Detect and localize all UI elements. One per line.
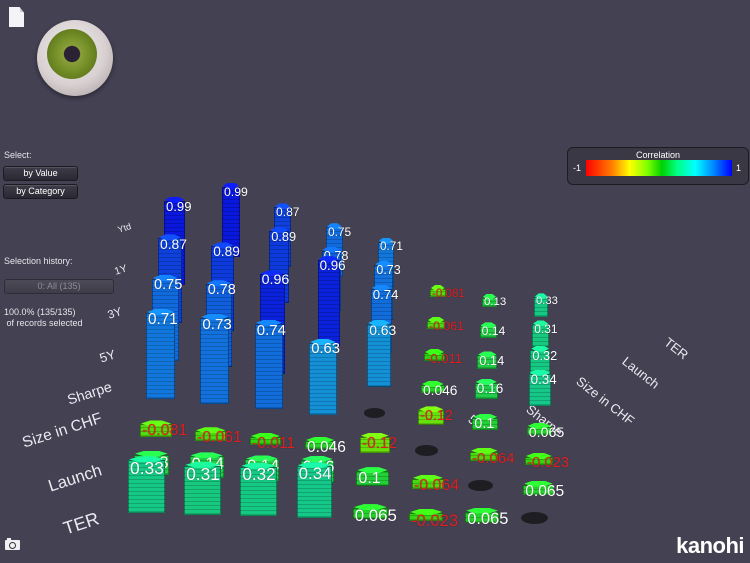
correlation-value-label: -0.12 — [420, 408, 453, 425]
correlation-value-label: 0.1 — [358, 469, 381, 488]
correlation-value-label: 0.32 — [242, 464, 276, 484]
correlation-value-label: 0.63 — [369, 321, 397, 338]
correlation-value-label: 0.34 — [530, 371, 557, 387]
correlation-value-label: 0.75 — [328, 225, 352, 240]
correlation-value-label: 0.046 — [307, 439, 346, 456]
column-axis-label: TER — [661, 334, 692, 363]
correlation-value-label: 0.065 — [467, 509, 509, 528]
diagonal-shadow — [363, 407, 386, 418]
diagonal-shadow — [415, 445, 439, 456]
row-axis-label: Ytd — [116, 221, 133, 235]
correlation-value-label: 0.13 — [484, 295, 507, 308]
correlation-value-label: 0.065 — [354, 506, 397, 526]
correlation-value-label: 0.73 — [202, 315, 232, 333]
correlation-value-label: 0.74 — [256, 321, 286, 339]
correlation-value-label: -0.061 — [429, 319, 464, 333]
correlation-value-label: 0.71 — [380, 239, 403, 253]
correlation-value-label: 0.046 — [423, 383, 458, 398]
row-axis-label: Sharpe — [65, 379, 114, 409]
row-axis-label: 3Y — [105, 304, 124, 322]
correlation-value-label: 0.32 — [532, 347, 558, 363]
correlation-value-label: 0.1 — [474, 415, 495, 432]
correlation-value-label: 0.99 — [224, 184, 248, 199]
column-axis-label: Launch — [619, 353, 663, 392]
correlation-value-label: -0.081 — [142, 422, 188, 440]
correlation-value-label: 0.87 — [160, 236, 187, 253]
correlation-value-label: 0.33 — [130, 458, 164, 479]
correlation-value-label: -0.12 — [362, 434, 398, 452]
correlation-value-label: 0.78 — [207, 282, 236, 299]
correlation-value-label: 0.14 — [481, 324, 506, 339]
correlation-value-label: -0.011 — [252, 435, 296, 452]
correlation-value-label: -0.061 — [197, 429, 242, 447]
correlation-value-label: 0.31 — [534, 322, 558, 337]
correlation-value-label: -0.064 — [472, 449, 515, 467]
correlation-3d-scene[interactable]: Ytd1Y3Y5YSharpeSize in CHFLaunchTER5YSha… — [0, 0, 750, 563]
row-axis-label: 1Y — [113, 263, 129, 278]
correlation-value-label: 0.16 — [476, 380, 504, 396]
correlation-value-label: 0.96 — [261, 272, 290, 289]
correlation-value-label: -0.023 — [527, 455, 570, 471]
correlation-value-label: -0.023 — [411, 511, 459, 530]
correlation-value-label: 0.96 — [319, 258, 346, 274]
row-axis-label: TER — [60, 508, 101, 539]
correlation-value-label: 0.065 — [528, 424, 565, 441]
correlation-value-label: 0.33 — [536, 295, 558, 308]
correlation-value-label: -0.064 — [414, 476, 460, 494]
camera-icon[interactable] — [5, 538, 20, 550]
correlation-value-label: 0.34 — [298, 464, 332, 484]
correlation-value-label: 0.89 — [213, 244, 240, 260]
correlation-value-label: 0.065 — [525, 482, 565, 500]
correlation-value-label: 0.14 — [479, 353, 505, 369]
diagonal-shadow — [467, 479, 493, 492]
correlation-value-label: 0.89 — [271, 229, 297, 245]
column-axis-label: Size in CHF — [573, 373, 638, 429]
correlation-value-label: 0.87 — [276, 205, 300, 220]
correlation-value-label: -0.081 — [432, 287, 465, 300]
correlation-value-label: 0.31 — [186, 463, 220, 484]
row-axis-label: Size in CHF — [20, 409, 105, 452]
row-axis-label: 5Y — [98, 346, 118, 366]
correlation-value-label: 0.73 — [376, 263, 401, 278]
correlation-value-label: 0.99 — [166, 198, 192, 214]
correlation-value-label: 0.75 — [154, 277, 183, 294]
correlation-value-label: 0.74 — [372, 286, 399, 302]
diagonal-shadow — [521, 512, 549, 525]
brand-logo: kanohi — [676, 533, 744, 558]
correlation-value-label: 0.71 — [148, 311, 178, 328]
row-axis-label: Launch — [45, 460, 104, 496]
correlation-value-label: -0.011 — [426, 351, 462, 366]
correlation-value-label: 0.63 — [311, 340, 340, 357]
